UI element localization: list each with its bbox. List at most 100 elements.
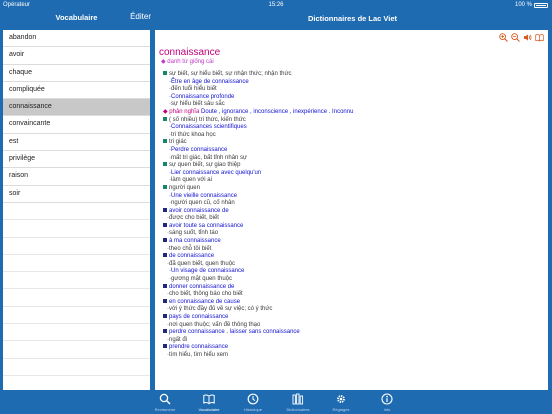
speaker-icon[interactable] <box>523 33 532 42</box>
tab-dictionaries[interactable]: Dictionnaires <box>276 393 320 412</box>
translation: ·mất tri giác, bất tỉnh nhân sự <box>169 154 248 161</box>
dictionary-entry-panel: connaissance ◆ danh từ giống cái sự biết… <box>155 30 548 390</box>
idiom: avoir toute sa connaissance <box>169 222 244 229</box>
list-item[interactable]: est <box>3 134 150 152</box>
idiom: en connaissance de cause <box>169 298 241 305</box>
idiom-meaning: ·theo chỗ tôi biết <box>167 245 212 252</box>
idiom: prendre connaissance <box>169 344 229 351</box>
book-icon <box>203 394 215 405</box>
empty-row <box>3 341 150 359</box>
sense-bullet <box>163 139 167 144</box>
tab-vocabulary[interactable]: Vocabulaire <box>187 393 231 412</box>
edit-button[interactable]: Éditer <box>130 12 151 21</box>
tab-label: Réglages <box>332 407 350 412</box>
translation: ·gương mặt quen thuộc <box>169 276 232 283</box>
zoom-in-icon[interactable] <box>499 33 508 42</box>
tab-info[interactable]: Info <box>365 393 409 412</box>
empty-row <box>3 255 150 273</box>
battery-icon <box>534 2 548 8</box>
tab-bar: Rechercher Vocabulaire Historique Dictio… <box>0 391 552 414</box>
antonyms: ◆ phản nghĩa Doute , ignorance , inconsc… <box>163 108 354 115</box>
idiom-bullet <box>163 207 167 212</box>
translation: ·sự hiểu biết sâu sắc <box>169 101 225 108</box>
idiom-meaning: ·tìm hiểu, tìm hiểu xem <box>167 351 229 358</box>
empty-row <box>3 359 150 376</box>
idiom: avoir connaissance de <box>169 207 229 214</box>
entry-toolbar <box>499 33 544 42</box>
entry-body: sự biết, sự hiểu biết, sự nhận thức; nhậ… <box>163 71 353 360</box>
list-item[interactable]: avoir <box>3 47 150 65</box>
dictionary-book-icon[interactable] <box>535 33 544 42</box>
tab-settings[interactable]: Réglages <box>319 393 363 412</box>
vocabulary-list: abandon avoir chaque compliquée connaiss… <box>3 30 150 390</box>
sense-bullet <box>163 162 167 167</box>
empty-row <box>3 272 150 290</box>
sense: sự biết, sự hiểu biết, sự nhận thức; nhậ… <box>169 71 292 77</box>
empty-row <box>3 307 150 325</box>
idiom: de connaissance <box>169 253 215 260</box>
antonym-list[interactable]: Doute , ignorance , inconscience , inexp… <box>201 109 353 115</box>
list-item[interactable]: convaincante <box>3 116 150 134</box>
status-bar: Opérateur 15:26 100 % <box>0 0 552 11</box>
idiom: perdre connaissance . laisser sans conna… <box>169 329 300 336</box>
list-item-label: avoir <box>9 51 25 59</box>
idiom-bullet <box>163 238 167 243</box>
sense-bullet <box>163 184 167 189</box>
idiom-meaning: ·cho biết, thông báo cho biết <box>167 291 243 298</box>
list-item-label: raison <box>9 172 29 180</box>
battery-percent: 100 % <box>514 2 532 8</box>
antonym-label: phản nghĩa <box>169 108 200 115</box>
idiom-bullet <box>163 329 167 334</box>
headword: connaissance <box>159 47 221 58</box>
tab-label: Vocabulaire <box>198 407 220 412</box>
sense-bullet <box>163 116 167 121</box>
tab-history[interactable]: Historique <box>231 393 275 412</box>
idiom-bullet <box>163 283 167 288</box>
translation: ·tri thức khoa học <box>169 131 216 138</box>
sense-bullet <box>163 71 167 75</box>
list-item[interactable]: raison <box>3 168 150 186</box>
tab-search[interactable]: Rechercher <box>143 393 187 412</box>
sense: sự quen biết, sự giao thiệp <box>169 162 241 169</box>
list-item-label: soir <box>9 189 21 197</box>
translation: ·đến tuổi hiểu biết <box>169 86 217 93</box>
idiom: donner connaissance de <box>169 283 235 290</box>
idiom-meaning: ·nơi quen thuộc; vấn đề thông thạo <box>167 321 261 328</box>
empty-row <box>3 324 150 342</box>
dictionary-title: Dictionnaires de Lac Viet <box>307 14 398 23</box>
idiom-meaning: ·ngất đi <box>167 336 188 343</box>
list-item-label: abandon <box>9 34 37 41</box>
list-item-label: est <box>9 137 19 145</box>
dictionary-header: Dictionnaires de Lac Viet <box>153 11 552 29</box>
history-icon <box>247 393 259 405</box>
list-item[interactable]: chaque <box>3 65 150 82</box>
list-item[interactable]: abandon <box>3 30 150 48</box>
vocabulary-header: Vocabulaire Éditer <box>0 11 153 29</box>
list-item-label: chaque <box>9 68 32 76</box>
idiom-meaning: ·sáng suốt, tỉnh táo <box>167 230 219 237</box>
tab-label: Dictionnaires <box>286 407 310 412</box>
list-item[interactable]: soir <box>3 186 150 203</box>
example: ·Une vieille connaissance <box>169 192 238 199</box>
list-item-label: privilège <box>9 155 36 163</box>
zoom-out-icon[interactable] <box>511 33 520 42</box>
tab-label: Info <box>383 407 391 412</box>
sense: người quen <box>169 184 200 191</box>
tab-label: Rechercher <box>154 407 176 412</box>
list-item[interactable]: privilège <box>3 151 150 169</box>
idiom-bullet <box>163 222 167 227</box>
list-item-label: compliquée <box>9 85 45 93</box>
translation: ·người quen cũ, cố nhân <box>169 200 235 207</box>
idiom-bullet <box>163 344 167 349</box>
list-item-selected[interactable]: connaissance <box>3 99 150 117</box>
example: ·Lier connaissance avec quelqu'un <box>169 169 262 176</box>
dictionaries-icon <box>292 393 304 405</box>
idiom-meaning: ·đã quen biết, quen thuộc <box>167 260 236 267</box>
part-of-speech: ◆ danh từ giống cái <box>161 59 214 65</box>
list-item[interactable]: compliquée <box>3 82 150 100</box>
empty-row <box>3 238 150 255</box>
example: ·Un visage de connaissance <box>169 268 245 275</box>
clock: 15:26 <box>268 2 284 8</box>
translation: ·làm quen với ai <box>169 177 212 184</box>
list-item-label: convaincante <box>9 120 51 128</box>
